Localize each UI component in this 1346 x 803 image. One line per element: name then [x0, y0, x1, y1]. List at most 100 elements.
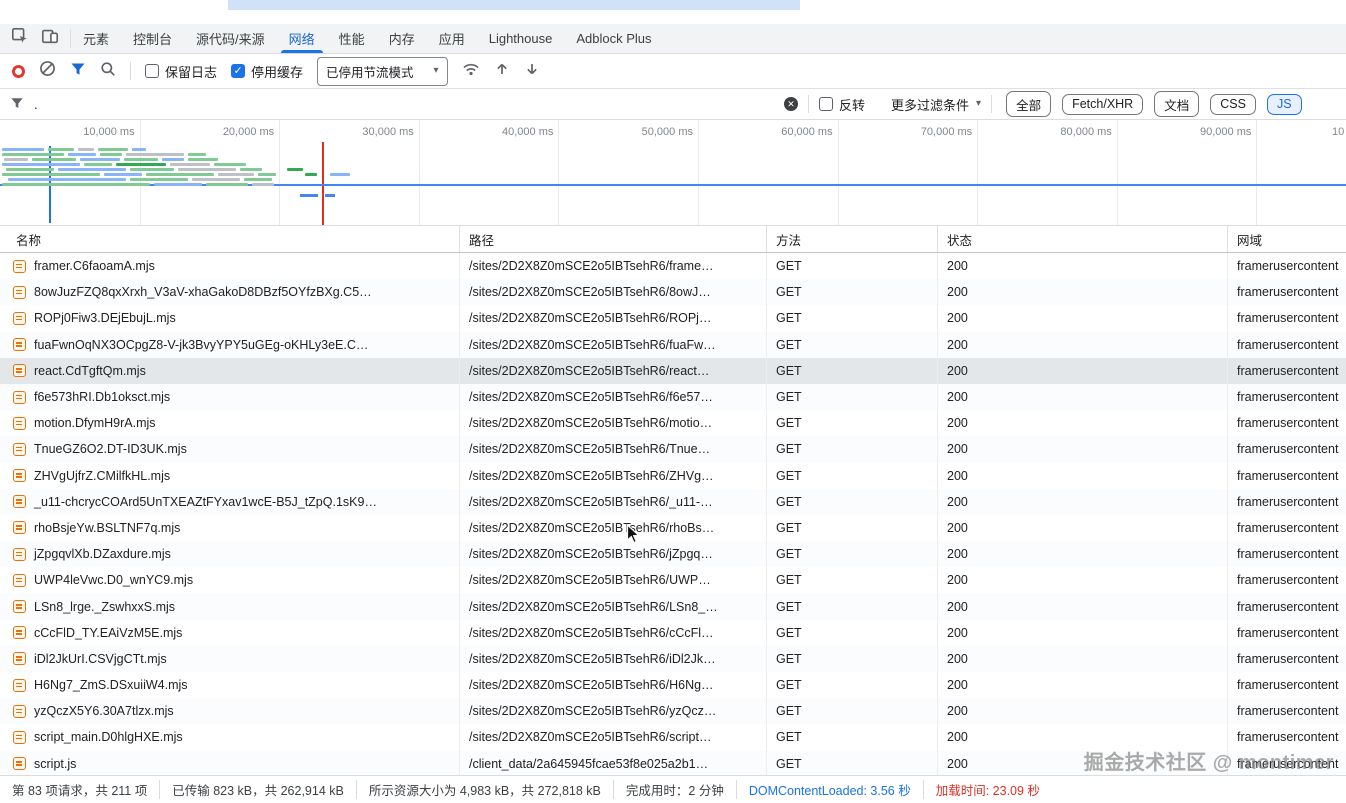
status-domcontentloaded: DOMContentLoaded: 3.56 秒 — [737, 780, 924, 799]
request-method: GET — [767, 593, 938, 619]
column-header-domain[interactable]: 网域 — [1228, 226, 1346, 252]
overview-gridline — [558, 120, 559, 225]
tab-memory[interactable]: 内存 — [377, 24, 427, 53]
request-status: 200 — [938, 515, 1228, 541]
funnel-icon — [10, 96, 24, 113]
overview-request-bar — [58, 168, 126, 171]
column-header-method[interactable]: 方法 — [767, 226, 938, 252]
overview-panel[interactable]: 10,000 ms20,000 ms30,000 ms40,000 ms50,0… — [0, 120, 1346, 225]
invert-filter-checkbox[interactable] — [819, 97, 833, 111]
clear-filter-button[interactable]: ✕ — [784, 97, 798, 111]
column-header-status[interactable]: 状态 — [938, 226, 1228, 252]
network-request-row[interactable]: ROPj0Fiw3.DEjEbujL.mjs/sites/2D2X8Z0mSCE… — [0, 305, 1346, 331]
network-request-row[interactable]: iDl2JkUrI.CSVjgCTt.mjs/sites/2D2X8Z0mSCE… — [0, 646, 1346, 672]
filter-chip-fetch-xhr[interactable]: Fetch/XHR — [1062, 94, 1143, 115]
filter-toggle-button[interactable] — [70, 61, 86, 82]
request-path: /sites/2D2X8Z0mSCE2o5IBTsehR6/H6Ng… — [460, 672, 767, 698]
request-name-cell: react.CdTgftQm.mjs — [0, 358, 460, 384]
request-path: /sites/2D2X8Z0mSCE2o5IBTsehR6/Tnue… — [460, 436, 767, 462]
overview-request-bar — [4, 158, 28, 161]
request-status: 200 — [938, 332, 1228, 358]
network-request-row[interactable]: yzQczX5Y6.30A7tlzx.mjs/sites/2D2X8Z0mSCE… — [0, 698, 1346, 724]
network-request-row[interactable]: LSn8_lrge._ZswhxxS.mjs/sites/2D2X8Z0mSCE… — [0, 593, 1346, 619]
toolbar-divider — [130, 62, 131, 80]
request-method: GET — [767, 724, 938, 750]
tab-elements[interactable]: 元素 — [71, 24, 121, 53]
disable-cache-checkbox[interactable] — [231, 64, 245, 78]
network-request-row[interactable]: f6e573hRI.Db1oksct.mjs/sites/2D2X8Z0mSCE… — [0, 384, 1346, 410]
request-name: framer.C6faoamA.mjs — [34, 259, 155, 273]
column-header-name[interactable]: 名称 — [0, 226, 460, 252]
overview-request-bar — [146, 173, 214, 176]
import-har-button[interactable] — [494, 61, 510, 82]
filter-chip-doc[interactable]: 文档 — [1154, 91, 1199, 117]
network-request-row[interactable]: jZpgqvlXb.DZaxdure.mjs/sites/2D2X8Z0mSCE… — [0, 541, 1346, 567]
preserve-log-checkbox[interactable] — [145, 64, 159, 78]
record-network-log-button[interactable] — [12, 65, 25, 78]
clear-network-log-button[interactable] — [39, 60, 56, 82]
tab-sources[interactable]: 源代码/来源 — [184, 24, 277, 53]
request-domain: framerusercontent — [1228, 410, 1346, 436]
tab-adblock-plus[interactable]: Adblock Plus — [564, 24, 663, 53]
tab-console[interactable]: 控制台 — [121, 24, 184, 53]
request-domain: framerusercontent — [1228, 279, 1346, 305]
network-request-row[interactable]: rhoBsjeYw.BSLTNF7q.mjs/sites/2D2X8Z0mSCE… — [0, 515, 1346, 541]
request-path: /sites/2D2X8Z0mSCE2o5IBTsehR6/ZHVg… — [460, 463, 767, 489]
network-request-row[interactable]: H6Ng7_ZmS.DSxuiiW4.mjs/sites/2D2X8Z0mSCE… — [0, 672, 1346, 698]
request-method: GET — [767, 620, 938, 646]
request-domain: framerusercontent — [1228, 436, 1346, 462]
request-status: 200 — [938, 593, 1228, 619]
inspect-element-button[interactable] — [8, 27, 32, 51]
throttling-value: 已停用节流模式 — [326, 62, 414, 81]
request-name-cell: _u11-chcrycCOArd5UnTXEAZtFYxav1wcE-B5J_t… — [0, 489, 460, 515]
filter-chip-all[interactable]: 全部 — [1006, 91, 1051, 117]
request-name-cell: UWP4leVwc.D0_wnYC9.mjs — [0, 567, 460, 593]
network-request-row[interactable]: UWP4leVwc.D0_wnYC9.mjs/sites/2D2X8Z0mSCE… — [0, 567, 1346, 593]
request-name-cell: ZHVgUjfrZ.CMilfkHL.mjs — [0, 463, 460, 489]
request-status: 200 — [938, 698, 1228, 724]
network-request-row[interactable]: framer.C6faoamA.mjs/sites/2D2X8Z0mSCE2o5… — [0, 253, 1346, 279]
tab-application[interactable]: 应用 — [427, 24, 477, 53]
request-status: 200 — [938, 305, 1228, 331]
invert-filter-label: 反转 — [839, 95, 865, 114]
network-request-row[interactable]: cCcFlD_TY.EAiVzM5E.mjs/sites/2D2X8Z0mSCE… — [0, 620, 1346, 646]
status-finish-time: 完成用时：2 分钟 — [614, 780, 737, 799]
network-request-row[interactable]: motion.DfymH9rA.mjs/sites/2D2X8Z0mSCE2o5… — [0, 410, 1346, 436]
status-bar: 第 83 项请求，共 211 项已传输 823 kB，共 262,914 kB所… — [0, 775, 1346, 803]
column-header-path[interactable]: 路径 — [460, 226, 767, 252]
invert-filter-control[interactable]: 反转 — [819, 95, 865, 114]
network-request-row[interactable]: 8owJuzFZQ8qxXrxh_V3aV-xhaGakoD8DBzf5OYfz… — [0, 279, 1346, 305]
export-har-button[interactable] — [524, 61, 540, 82]
network-request-row[interactable]: _u11-chcrycCOArd5UnTXEAZtFYxav1wcE-B5J_t… — [0, 489, 1346, 515]
request-name: fuaFwnOqNX3OCpgZ8-V-jk3BvyYPY5uGEg-oKHLy… — [34, 338, 368, 352]
request-name: jZpgqvlXb.DZaxdure.mjs — [34, 547, 171, 561]
more-filters-dropdown[interactable]: 更多过滤条件 ▾ — [891, 95, 981, 114]
network-request-row[interactable]: TnueGZ6O2.DT-ID3UK.mjs/sites/2D2X8Z0mSCE… — [0, 436, 1346, 462]
filter-chip-js[interactable]: JS — [1267, 94, 1302, 115]
script-file-icon — [13, 338, 26, 351]
request-method: GET — [767, 253, 938, 279]
request-method: GET — [767, 463, 938, 489]
filter-chip-css[interactable]: CSS — [1210, 94, 1256, 115]
network-conditions-button[interactable] — [462, 61, 480, 82]
filter-input[interactable]: . ✕ — [10, 96, 798, 113]
mouse-cursor — [626, 524, 641, 550]
overview-request-bar — [178, 168, 236, 171]
network-request-row[interactable]: ZHVgUjfrZ.CMilfkHL.mjs/sites/2D2X8Z0mSCE… — [0, 463, 1346, 489]
network-request-row[interactable]: react.CdTgftQm.mjs/sites/2D2X8Z0mSCE2o5I… — [0, 358, 1346, 384]
throttling-select[interactable]: 已停用节流模式 ▾ — [317, 57, 448, 86]
script-file-icon — [13, 679, 26, 692]
toggle-device-toolbar-button[interactable] — [38, 27, 62, 51]
tab-lighthouse[interactable]: Lighthouse — [477, 24, 565, 53]
ruler-label: 80,000 ms — [1002, 126, 1112, 138]
disable-cache-control[interactable]: 停用缓存 — [231, 62, 303, 81]
tab-performance[interactable]: 性能 — [327, 24, 377, 53]
request-name: _u11-chcrycCOArd5UnTXEAZtFYxav1wcE-B5J_t… — [34, 495, 377, 509]
request-name: script.js — [34, 757, 76, 771]
disable-cache-label: 停用缓存 — [251, 62, 303, 81]
network-request-row[interactable]: fuaFwnOqNX3OCpgZ8-V-jk3BvyYPY5uGEg-oKHLy… — [0, 332, 1346, 358]
request-name-cell: script.js — [0, 751, 460, 775]
search-button[interactable] — [100, 61, 116, 82]
tab-network[interactable]: 网络 — [277, 24, 327, 53]
preserve-log-control[interactable]: 保留日志 — [145, 62, 217, 81]
